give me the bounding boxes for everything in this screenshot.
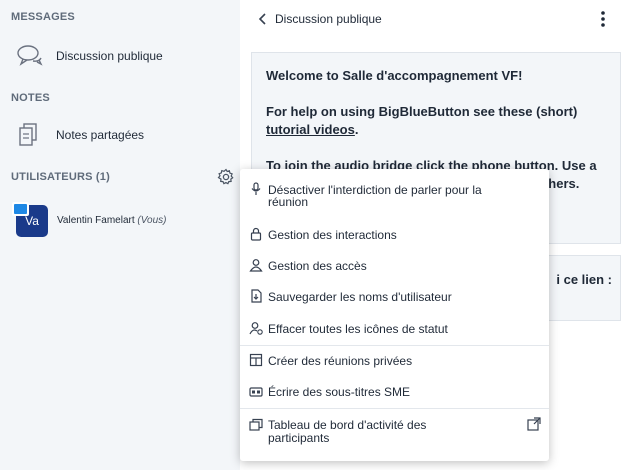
public-chat-label: Discussion publique (56, 49, 163, 63)
menu-item-save-usernames[interactable]: Sauvegarder les noms d'utilisateur (240, 281, 549, 311)
external-link-icon (527, 417, 541, 431)
welcome-line-1: Welcome to Salle d'accompagnement VF! (266, 68, 523, 83)
gear-icon[interactable] (217, 168, 235, 186)
clear-status-icon (249, 322, 263, 335)
presenter-screen-icon (14, 204, 27, 214)
welcome-line-2: For help on using BigBlueButton see thes… (252, 103, 585, 139)
download-icon (251, 289, 262, 303)
user-icon (249, 259, 263, 272)
user-list-item[interactable]: Va Valentin Famelart (Vous) (0, 202, 240, 242)
menu-item-label: Gestion des interactions (268, 228, 397, 242)
users-section-title: UTILISATEURS (1) (11, 171, 110, 183)
public-chat-item[interactable]: Discussion publique (0, 36, 240, 76)
user-options-menu: Désactiver l'interdiction de parler pour… (240, 169, 549, 461)
welcome-line-2-end: . (354, 122, 359, 137)
messages-section-title: MESSAGES (11, 11, 75, 23)
notes-section-title: NOTES (11, 92, 50, 104)
menu-item-label-line2: participants (268, 431, 330, 445)
menu-item-label-line2: réunion (268, 195, 309, 209)
menu-item-label: Gestion des accès (268, 259, 367, 273)
user-name: Valentin Famelart (Vous) (57, 215, 167, 226)
closed-caption-icon (249, 387, 263, 397)
chat-icon (17, 45, 43, 66)
you-label: (Vous) (137, 215, 167, 226)
menu-item-breakout-rooms[interactable]: Créer des réunions privées (240, 345, 549, 375)
notes-icon (19, 123, 37, 146)
user-list-panel: MESSAGES Discussion publique NOTES Notes… (0, 0, 240, 470)
menu-item-label: Tableau de bord d'activité des (268, 418, 427, 432)
chat-header: Discussion publique (240, 0, 629, 38)
chat-message-text: i ce lien : (556, 272, 612, 287)
menu-item-label: Effacer toutes les icônes de statut (268, 322, 448, 336)
menu-item-unmute-all[interactable]: Désactiver l'interdiction de parler pour… (240, 177, 549, 211)
lock-icon (250, 227, 262, 241)
rooms-icon (249, 353, 263, 367)
user-name-text: Valentin Famelart (57, 215, 135, 226)
chevron-left-icon[interactable] (256, 11, 270, 27)
menu-item-guest-policy[interactable]: Gestion des accès (240, 250, 549, 280)
menu-item-clear-status[interactable]: Effacer toutes les icônes de statut (240, 313, 549, 343)
dashboard-icon (249, 418, 263, 431)
tutorial-link[interactable]: tutorial videos (266, 122, 355, 137)
menu-item-captions[interactable]: Écrire des sous-titres SME (240, 376, 549, 406)
menu-item-activity-dashboard[interactable]: Tableau de bord d'activité des participa… (240, 413, 549, 449)
shared-notes-label: Notes partagées (56, 128, 145, 142)
microphone-icon (251, 182, 261, 195)
chat-title[interactable]: Discussion publique (275, 12, 382, 26)
menu-divider (240, 408, 549, 409)
shared-notes-item[interactable]: Notes partagées (0, 115, 240, 155)
menu-item-label: Écrire des sous-titres SME (268, 385, 411, 399)
menu-item-label: Créer des réunions privées (268, 354, 413, 368)
menu-item-lock-settings[interactable]: Gestion des interactions (240, 219, 549, 249)
avatar-initials: Va (25, 214, 39, 228)
menu-item-label: Sauvegarder les noms d'utilisateur (268, 290, 452, 304)
more-options-icon[interactable] (595, 10, 611, 28)
welcome-line-2-text: For help on using BigBlueButton see thes… (266, 104, 578, 119)
